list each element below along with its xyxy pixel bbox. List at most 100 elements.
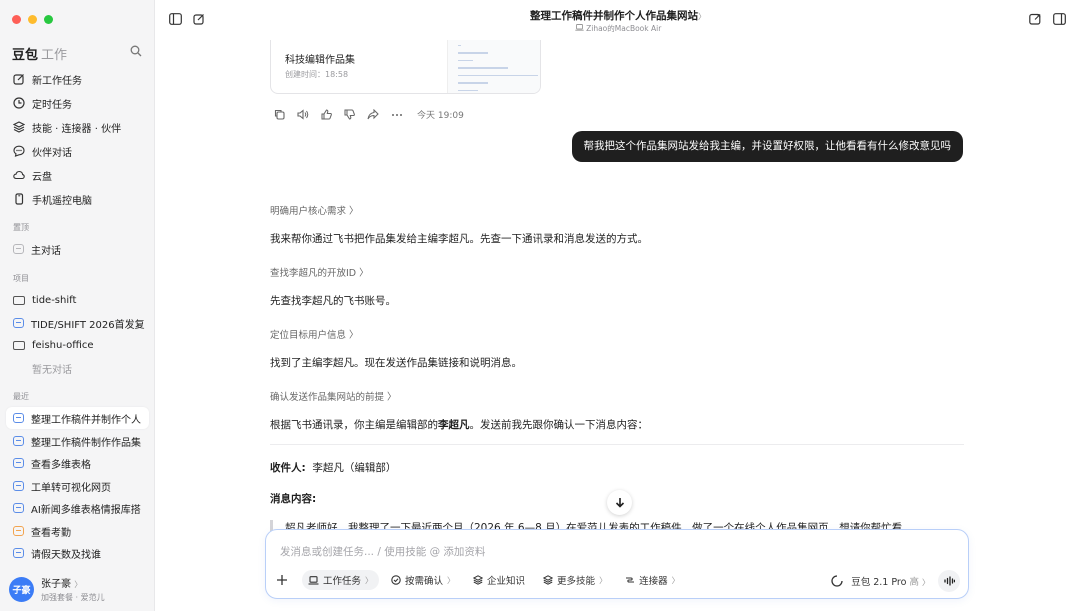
copy-icon[interactable] [274, 109, 285, 120]
nav-phone-remote[interactable]: 手机遥控电脑 [6, 187, 149, 211]
recent-item[interactable]: 请假天数及找谁 [6, 542, 149, 564]
scroll-to-bottom-button[interactable] [607, 490, 632, 515]
step-label: 查找李超凡的开放ID [270, 268, 357, 279]
list-item-label: 查看多维表格 [31, 459, 91, 471]
project-item[interactable]: tide-shift [6, 289, 149, 311]
share-window-icon[interactable] [1029, 13, 1041, 25]
model-level: 高 [909, 577, 919, 588]
chip-confirm-on-demand[interactable]: 按需确认〉 [385, 570, 461, 590]
check-circle-icon [391, 575, 401, 585]
nav-scheduled-tasks[interactable]: 定时任务 [6, 91, 149, 115]
chat-icon [13, 526, 24, 536]
connector-icon [626, 577, 635, 583]
composer-toolbar: 工作任务〉 按需确认〉 企业知识 更多技能〉 连接器〉 [276, 570, 686, 590]
close-window-button[interactable] [12, 15, 21, 24]
chevron-icon: 〉 [447, 575, 456, 585]
message-timestamp: 今天 19:09 [417, 111, 464, 121]
divider [270, 444, 964, 445]
loading-spinner-icon [831, 575, 843, 587]
conversation-area: 科技编辑作品集 创建时间：18:58 今天 19:09 帮我把这个作品集网站发给… [156, 40, 1080, 611]
pinned-section-title: 置顶 [13, 223, 29, 232]
folder-icon [13, 295, 25, 305]
project-item[interactable]: feishu-office [6, 334, 149, 356]
assistant-paragraph: 根据飞书通讯录，你主编是编辑部的李超凡。发送前我先跟你确认一下消息内容： [270, 417, 648, 432]
thumbs-up-icon[interactable] [321, 109, 332, 120]
waveform-icon [943, 576, 955, 586]
recent-item[interactable]: 整理工作稿件制作作品集 [6, 430, 149, 452]
artifact-card[interactable]: 科技编辑作品集 创建时间：18:58 [270, 40, 541, 94]
code-preview-thumbnail [447, 40, 540, 93]
paragraph-bold: 李超凡 [438, 419, 470, 431]
projects-section-title: 项目 [13, 274, 29, 283]
message-composer[interactable]: 发消息或创建任务... / 使用技能 @ 添加资料 工作任务〉 按需确认〉 企业… [265, 529, 969, 599]
chevron-right-icon: 〉 [359, 268, 369, 279]
chip-more-skills[interactable]: 更多技能〉 [537, 570, 613, 590]
phone-icon [15, 193, 24, 205]
list-item-label: 整理工作稿件并制作个人 [31, 414, 141, 426]
chip-enterprise-knowledge[interactable]: 企业知识 [467, 570, 531, 590]
recent-item[interactable]: 查看考勤 [6, 520, 149, 542]
arrow-down-icon [615, 498, 624, 508]
edit-icon [13, 74, 24, 85]
page-title[interactable]: 整理工作稿件并制作个人作品集网站〉 [156, 8, 1080, 23]
nav-new-task[interactable]: 新工作任务 [6, 67, 149, 91]
window-controls [12, 15, 53, 24]
recent-item[interactable]: AI新闻多维表格情报库搭 [6, 497, 149, 519]
project-item[interactable]: TIDE/SHIFT 2026首发复 [6, 312, 149, 334]
thumbs-down-icon[interactable] [344, 109, 355, 120]
nav-label: 手机遥控电脑 [32, 195, 92, 207]
chat-icon [13, 458, 24, 468]
user-profile[interactable]: 子豪 张子豪 〉 加强套餐 · 爱范儿 [9, 575, 105, 603]
thinking-step[interactable]: 确认发送作品集网站的前提 〉 [270, 389, 397, 403]
list-item-label: 查看考勤 [31, 527, 71, 539]
recent-item[interactable]: 查看多维表格 [6, 452, 149, 474]
nav-cloud-drive[interactable]: 云盘 [6, 163, 149, 187]
chat-icon [13, 244, 24, 254]
right-panel-toggle-icon[interactable] [1053, 13, 1066, 25]
pinned-item-main-chat[interactable]: 主对话 [6, 238, 149, 260]
recent-item-active[interactable]: 整理工作稿件并制作个人 [6, 407, 149, 429]
composer-input[interactable]: 发消息或创建任务... / 使用技能 @ 添加资料 [280, 544, 485, 559]
model-selector[interactable]: 豆包 2.1 Pro 高 〉 [851, 574, 930, 588]
speaker-icon[interactable] [297, 109, 309, 120]
zoom-window-button[interactable] [44, 15, 53, 24]
list-item-label: 主对话 [31, 245, 61, 257]
list-item-label: 整理工作稿件制作作品集 [31, 437, 141, 449]
more-icon[interactable] [391, 113, 403, 117]
chevron-icon: 〉 [599, 575, 608, 585]
voice-input-button[interactable] [938, 570, 960, 592]
list-item-label: feishu-office [32, 339, 94, 351]
chevron-right-icon: 〉 [698, 12, 706, 21]
paragraph-text: 。发送前我先跟你确认一下消息内容： [469, 419, 649, 431]
page-title-text: 整理工作稿件并制作个人作品集网站 [530, 10, 698, 22]
chat-icon [13, 436, 24, 446]
nav-partner-chat[interactable]: 伙伴对话 [6, 139, 149, 163]
sidebar: 豆包 工作 新工作任务 定时任务 技能 · 连接器 · 伙伴 伙伴对话 云盘 手机… [0, 0, 155, 611]
avatar: 子豪 [9, 576, 34, 602]
top-bar: 整理工作稿件并制作个人作品集网站〉 Zihao的MacBook Air [156, 0, 1080, 40]
app-brand: 豆包 工作 [12, 44, 67, 63]
nav-skills[interactable]: 技能 · 连接器 · 伙伴 [6, 115, 149, 139]
nav-label: 云盘 [32, 171, 52, 183]
chip-label: 工作任务 [323, 576, 362, 587]
thinking-step[interactable]: 定位目标用户信息 〉 [270, 327, 359, 341]
assistant-paragraph: 先查找李超凡的飞书账号。 [270, 295, 396, 307]
nav-label: 新工作任务 [32, 75, 82, 87]
chip-connectors[interactable]: 连接器〉 [619, 570, 686, 590]
composer-right-controls: 豆包 2.1 Pro 高 〉 [831, 570, 960, 592]
user-message-bubble: 帮我把这个作品集网站发给我主编，并设置好权限，让他看看有什么修改意见吗 [571, 131, 963, 162]
chip-work-task[interactable]: 工作任务〉 [302, 570, 380, 590]
nav-label: 定时任务 [32, 99, 72, 111]
share-icon[interactable] [367, 109, 379, 120]
chat-icon [13, 318, 24, 328]
plus-icon[interactable] [276, 574, 288, 586]
nav-label: 伙伴对话 [32, 147, 72, 159]
chevron-icon: 〉 [671, 575, 680, 585]
user-name-row: 张子豪 〉 [41, 575, 105, 590]
thinking-step[interactable]: 查找李超凡的开放ID 〉 [270, 265, 369, 279]
minimize-window-button[interactable] [28, 15, 37, 24]
search-icon[interactable] [130, 45, 142, 57]
recent-item[interactable]: 工单转可视化网页 [6, 475, 149, 497]
chevron-right-icon: 〉 [349, 206, 359, 217]
thinking-step[interactable]: 明确用户核心需求 〉 [270, 203, 359, 217]
